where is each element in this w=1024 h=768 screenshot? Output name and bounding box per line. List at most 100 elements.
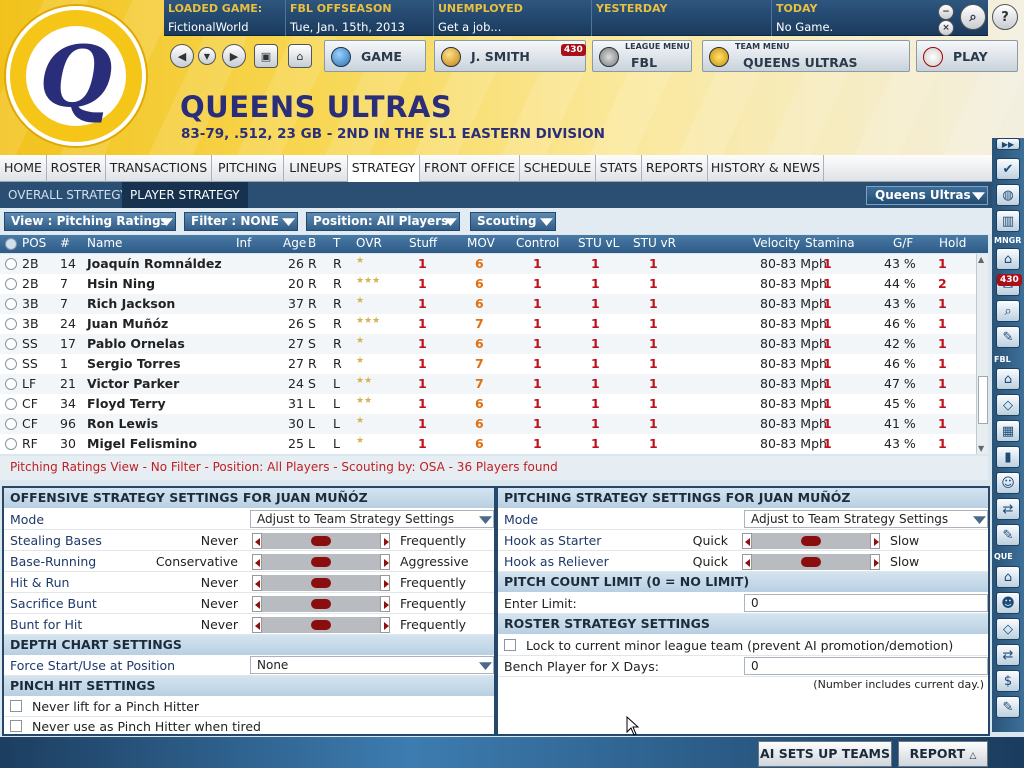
tab-transactions[interactable]: TRANSACTIONS: [106, 155, 212, 182]
row-select-radio[interactable]: [5, 398, 17, 410]
slider-knob[interactable]: [311, 536, 331, 546]
row-select-radio[interactable]: [5, 418, 17, 430]
slider-decrease-icon[interactable]: [252, 533, 262, 549]
never-pinch-tired-checkbox[interactable]: [10, 720, 22, 732]
slider-knob[interactable]: [311, 599, 331, 609]
bar-chart-icon[interactable]: ▮: [996, 446, 1020, 468]
slider-knob[interactable]: [311, 578, 331, 588]
grid-icon[interactable]: ▦: [996, 420, 1020, 442]
scroll-up-icon[interactable]: ▲: [978, 255, 984, 264]
col-gf[interactable]: G/F: [893, 236, 913, 250]
never-lift-checkbox[interactable]: [10, 700, 22, 712]
slider-knob[interactable]: [311, 557, 331, 567]
table-row[interactable]: CF 96 Ron Lewis 30 L L ★ 1 6 1 1 1 80-83 Mph 1 41 % 1: [0, 414, 976, 434]
bench-days-input[interactable]: 0: [744, 657, 988, 675]
filter-dropdown[interactable]: Filter : NONE: [184, 212, 298, 231]
row-select-radio[interactable]: [5, 358, 17, 370]
cell-name[interactable]: Hsin Ning: [87, 276, 155, 291]
ai-sets-up-teams-button[interactable]: AI SETS UP TEAMS: [758, 741, 892, 767]
table-row[interactable]: 2B 14 Joaquín Romnáldez 26 R R ★ 1 6 1 1 1 80-83 Mph…: [0, 254, 976, 274]
forward-arrow-icon[interactable]: ▶: [222, 44, 246, 68]
cell-name[interactable]: Pablo Ornelas: [87, 336, 185, 351]
row-select-radio[interactable]: [5, 298, 17, 310]
row-select-radio[interactable]: [5, 438, 17, 450]
table-row[interactable]: SS 17 Pablo Ornelas 27 S R ★ 1 6 1 1 1 80-83 Mph 1 42 …: [0, 334, 976, 354]
strategy-slider[interactable]: [742, 533, 880, 549]
wrench-icon[interactable]: ✎: [996, 524, 1020, 546]
team-menu-button[interactable]: TEAM MENU QUEENS ULTRAS: [702, 40, 910, 72]
book-icon[interactable]: ▥: [996, 210, 1020, 232]
cell-name[interactable]: Juan Muñóz: [87, 316, 168, 331]
slider-decrease-icon[interactable]: [252, 554, 262, 570]
col-bats[interactable]: B: [308, 236, 316, 250]
offense-mode-dropdown[interactable]: Adjust to Team Strategy Settings: [250, 510, 494, 528]
info-job[interactable]: UNEMPLOYED Get a job...: [434, 0, 592, 36]
slider-increase-icon[interactable]: [380, 533, 390, 549]
cell-name[interactable]: Sergio Torres: [87, 356, 181, 371]
swap-icon[interactable]: ⇄: [996, 498, 1020, 520]
row-select-radio[interactable]: [5, 378, 17, 390]
checkmark-icon[interactable]: ✔: [996, 158, 1020, 180]
slider-knob[interactable]: [801, 536, 821, 546]
col-throws[interactable]: T: [333, 236, 340, 250]
slider-increase-icon[interactable]: [870, 533, 880, 549]
col-stu-vl[interactable]: STU vL: [578, 236, 619, 250]
slider-decrease-icon[interactable]: [742, 554, 752, 570]
scouting-dropdown[interactable]: Scouting: [470, 212, 556, 231]
search-icon[interactable]: ⌕: [996, 300, 1020, 322]
slider-increase-icon[interactable]: [380, 617, 390, 633]
slider-decrease-icon[interactable]: [252, 617, 262, 633]
pitch-mode-dropdown[interactable]: Adjust to Team Strategy Settings: [744, 510, 988, 528]
history-dropdown-icon[interactable]: ▼: [198, 47, 216, 65]
diamond-icon[interactable]: ◇: [996, 618, 1020, 640]
position-dropdown[interactable]: Position: All Players: [306, 212, 460, 231]
table-row[interactable]: 2B 7 Hsin Ning 20 R R ★★★ 1 6 1 1 1 80-83 Mph 1 44 % 2: [0, 274, 976, 294]
tab-reports[interactable]: REPORTS: [642, 155, 708, 182]
col-hold[interactable]: Hold: [939, 236, 966, 250]
manager-menu-button[interactable]: J. SMITH 430: [434, 40, 586, 72]
pitch-limit-input[interactable]: 0: [744, 594, 988, 612]
row-select-radio[interactable]: [5, 258, 17, 270]
close-icon[interactable]: ×: [938, 20, 954, 36]
cell-name[interactable]: Rich Jackson: [87, 296, 175, 311]
globe-icon[interactable]: ◍: [996, 184, 1020, 206]
home-icon[interactable]: ⌂: [288, 44, 312, 68]
subtab-overall-strategy[interactable]: OVERALL STRATEGY: [0, 182, 135, 208]
people-icon[interactable]: ☻: [996, 592, 1020, 614]
slider-increase-icon[interactable]: [380, 575, 390, 591]
slider-knob[interactable]: [801, 557, 821, 567]
cell-name[interactable]: Joaquín Romnáldez: [87, 256, 222, 271]
play-button[interactable]: PLAY: [916, 40, 1018, 72]
tab-history-news[interactable]: HISTORY & NEWS: [708, 155, 824, 182]
table-row[interactable]: 3B 7 Rich Jackson 37 R R ★ 1 6 1 1 1 80-83 Mph 1 43 % 1: [0, 294, 976, 314]
table-row[interactable]: 3B 24 Juan Muñóz 26 S R ★★★ 1 7 1 1 1 80-83 Mph 1 46 %…: [0, 314, 976, 334]
team-select-dropdown[interactable]: Queens Ultras: [866, 186, 988, 205]
table-row[interactable]: SS 1 Sergio Torres 27 R R ★ 1 7 1 1 1 80-83 Mph 1 46 %…: [0, 354, 976, 374]
col-control[interactable]: Control: [516, 236, 559, 250]
home-icon[interactable]: ⌂: [996, 368, 1020, 390]
scroll-down-icon[interactable]: ▼: [978, 444, 984, 453]
tab-stats[interactable]: STATS: [596, 155, 642, 182]
cell-name[interactable]: Migel Felismino: [87, 436, 197, 451]
col-age[interactable]: Age: [283, 236, 306, 250]
force-position-dropdown[interactable]: None: [250, 656, 494, 674]
dollar-icon[interactable]: $: [996, 670, 1020, 692]
bookmark-icon[interactable]: ▣: [254, 44, 278, 68]
help-icon[interactable]: ?: [992, 4, 1018, 30]
slider-decrease-icon[interactable]: [742, 533, 752, 549]
back-arrow-icon[interactable]: ◀: [170, 44, 194, 68]
slider-decrease-icon[interactable]: [252, 596, 262, 612]
row-select-radio[interactable]: [5, 338, 17, 350]
tab-strategy[interactable]: STRATEGY: [348, 155, 420, 182]
wrench-icon[interactable]: ✎: [996, 326, 1020, 348]
tab-home[interactable]: HOME: [0, 155, 47, 182]
tab-schedule[interactable]: SCHEDULE: [520, 155, 596, 182]
collapse-icon[interactable]: ▶▶: [996, 138, 1020, 150]
slider-knob[interactable]: [311, 620, 331, 630]
slider-increase-icon[interactable]: [870, 554, 880, 570]
table-row[interactable]: RF 30 Migel Felismino 25 L L ★ 1 6 1 1 1 80-83 Mph 1 4…: [0, 434, 976, 454]
cell-name[interactable]: Floyd Terry: [87, 396, 166, 411]
person-icon[interactable]: ☺: [996, 472, 1020, 494]
diamond-icon[interactable]: ◇: [996, 394, 1020, 416]
col-number[interactable]: #: [60, 236, 70, 250]
